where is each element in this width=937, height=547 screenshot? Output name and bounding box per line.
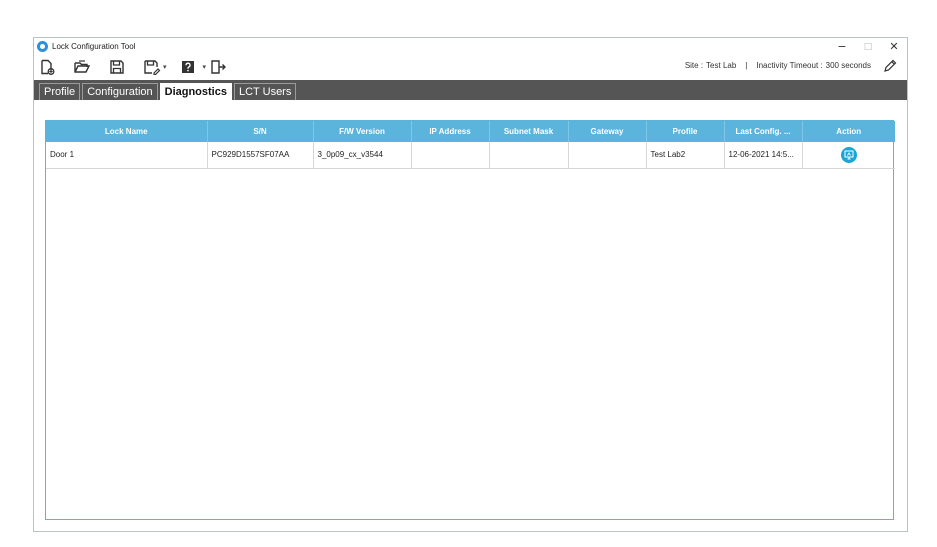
timeout-value: 300 seconds — [825, 61, 871, 70]
window-title: Lock Configuration Tool — [52, 42, 136, 51]
new-profile-button[interactable] — [39, 57, 55, 77]
diagnostics-panel: Lock Name S/N F/W Version IP Address Sub… — [45, 120, 895, 520]
save-as-dropdown-icon[interactable]: ▾ — [163, 63, 167, 71]
site-label: Site : — [684, 61, 704, 70]
exit-button[interactable] — [210, 57, 227, 77]
save-as-button[interactable] — [143, 57, 161, 77]
open-icon — [74, 60, 91, 73]
lock-grid: Lock Name S/N F/W Version IP Address Sub… — [46, 121, 895, 169]
tab-diagnostics[interactable]: Diagnostics — [159, 83, 232, 100]
help-icon — [181, 61, 194, 73]
column-header-sn[interactable]: S/N — [207, 121, 314, 142]
cell-last-config: 12-06-2021 14:5... — [724, 142, 803, 169]
cell-profile: Test Lab2 — [646, 142, 725, 169]
restore-button[interactable]: □ — [855, 38, 881, 55]
cell-ip-address — [411, 142, 490, 169]
app-logo-icon — [37, 41, 48, 52]
title-bar: Lock Configuration Tool − □ ✕ — [34, 38, 907, 55]
info-separator: | — [745, 61, 748, 70]
save-icon — [110, 60, 124, 74]
column-header-fw-version[interactable]: F/W Version — [313, 121, 412, 142]
tab-profile[interactable]: Profile — [39, 83, 81, 100]
column-header-action[interactable]: Action — [802, 121, 895, 142]
help-button[interactable] — [181, 57, 195, 77]
grid-header-row: Lock Name S/N F/W Version IP Address Sub… — [46, 121, 895, 142]
cell-lock-name: Door 1 — [46, 142, 208, 169]
table-row[interactable]: Door 1 PC929D1557SF07AA 3_0p09_cx_v3544 … — [46, 142, 895, 169]
new-icon — [41, 59, 55, 75]
timeout-label: Inactivity Timeout : — [756, 61, 823, 70]
exit-icon — [211, 60, 227, 74]
site-value: Test Lab — [706, 61, 737, 70]
diagnostics-action-button[interactable] — [840, 146, 857, 163]
open-button[interactable] — [73, 57, 91, 77]
site-info: Site : Test Lab | Inactivity Timeout : 3… — [685, 61, 871, 70]
cell-action — [802, 142, 895, 169]
app-window: Lock Configuration Tool − □ ✕ ▾ ▾ Site:… — [33, 37, 908, 532]
window-controls: − □ ✕ — [829, 38, 907, 55]
edit-settings-button[interactable] — [883, 59, 897, 76]
save-as-icon — [144, 60, 161, 75]
column-header-lock-name[interactable]: Lock Name — [46, 121, 208, 142]
column-header-subnet-mask[interactable]: Subnet Mask — [489, 121, 569, 142]
tab-lct-users[interactable]: LCT Users — [233, 83, 297, 100]
toolbar: ▾ ▾ Site : Test Lab | Inactivity Timeout… — [34, 55, 907, 79]
save-button[interactable] — [109, 57, 125, 77]
cell-sn: PC929D1557SF07AA — [207, 142, 314, 169]
cell-gateway — [568, 142, 647, 169]
tab-bar: Profile Configuration Diagnostics LCT Us… — [34, 80, 907, 100]
help-dropdown-icon[interactable]: ▾ — [203, 63, 207, 71]
close-button[interactable]: ✕ — [881, 38, 907, 55]
diagnostics-action-icon — [844, 150, 854, 160]
cell-fw-version: 3_0p09_cx_v3544 — [313, 142, 412, 169]
minimize-button[interactable]: − — [829, 38, 855, 55]
column-header-gateway[interactable]: Gateway — [568, 121, 647, 142]
column-header-ip-address[interactable]: IP Address — [411, 121, 490, 142]
cell-subnet-mask — [489, 142, 569, 169]
column-header-last-config[interactable]: Last Config. ... — [724, 121, 803, 142]
tab-configuration[interactable]: Configuration — [82, 83, 158, 100]
pencil-icon — [884, 59, 897, 72]
column-header-profile[interactable]: Profile — [646, 121, 725, 142]
